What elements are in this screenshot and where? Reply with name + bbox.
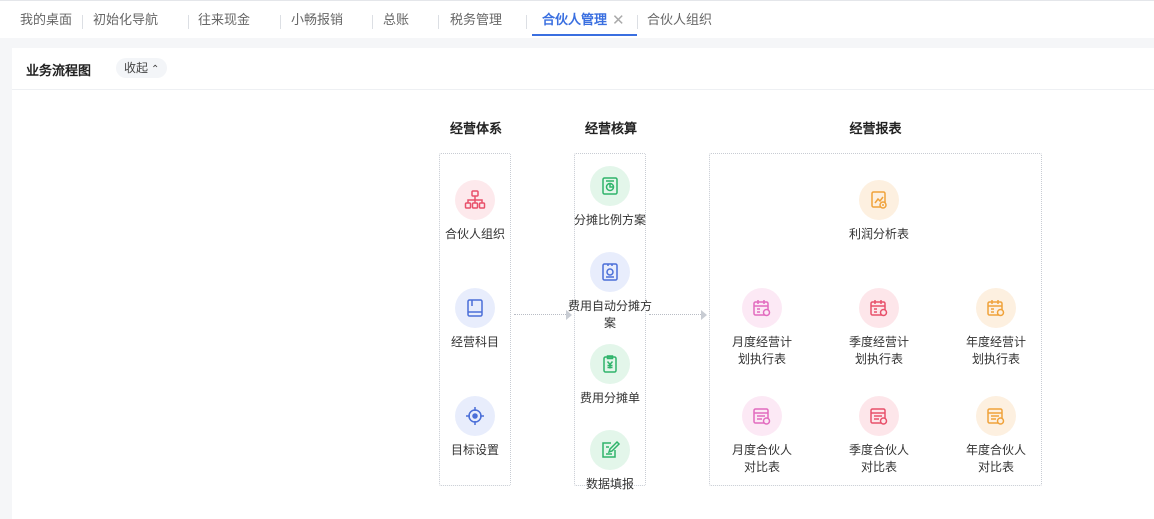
flow-item-label: 年度合伙人对比表: [965, 443, 1026, 474]
yuan-clipboard-icon: [590, 344, 630, 384]
pie-document-icon: [590, 166, 630, 206]
flow-item-expense-allocation[interactable]: 费用分摊单: [565, 344, 655, 407]
tab-separator: [188, 15, 189, 29]
tab-separator: [526, 15, 527, 29]
tab-cash[interactable]: 往来现金: [198, 1, 250, 37]
table-report-icon: [742, 396, 782, 436]
table-report-icon: [976, 396, 1016, 436]
flow-item-label: 费用自动分摊方案: [567, 299, 652, 330]
book-icon: [455, 288, 495, 328]
active-tab-indicator: [532, 34, 637, 36]
flow-item-profit-analysis[interactable]: 利润分析表: [834, 180, 924, 243]
flow-item-label: 月度合伙人对比表: [731, 443, 792, 474]
flow-item-quarterly-partner-compare[interactable]: 季度合伙人对比表: [834, 396, 924, 476]
auto-allocation-icon: [590, 252, 630, 292]
flow-item-data-entry[interactable]: 数据填报: [565, 430, 655, 493]
flow-item-allocation-ratio[interactable]: 分摊比例方案: [565, 166, 655, 229]
tab-tax[interactable]: 税务管理: [450, 1, 502, 37]
flow-item-auto-allocation[interactable]: 费用自动分摊方案: [565, 252, 655, 332]
column-title-business-reports: 经营报表: [849, 122, 902, 137]
flow-item-label: 季度经营计划执行表: [848, 335, 909, 366]
tab-my-desktop[interactable]: 我的桌面: [20, 1, 72, 37]
flow-item-quarterly-plan[interactable]: 季度经营计划执行表: [834, 288, 924, 368]
flow-item-target-setting[interactable]: 目标设置: [430, 396, 520, 459]
tab-separator: [372, 15, 373, 29]
target-icon: [455, 396, 495, 436]
flow-item-label: 利润分析表: [848, 227, 909, 241]
flow-item-business-subjects[interactable]: 经营科目: [430, 288, 520, 351]
chevron-up-icon: ⌃: [151, 64, 160, 75]
flow-item-label: 费用分摊单: [579, 391, 640, 405]
tab-partner-management[interactable]: 合伙人管理: [542, 1, 607, 37]
flow-item-annual-partner-compare[interactable]: 年度合伙人对比表: [951, 396, 1041, 476]
flow-item-label: 月度经营计划执行表: [731, 335, 792, 366]
table-report-icon: [859, 396, 899, 436]
flow-item-annual-plan[interactable]: 年度经营计划执行表: [951, 288, 1041, 368]
flow-item-label: 数据填报: [585, 477, 634, 491]
tab-separator: [280, 15, 281, 29]
card-header: 业务流程图 收起 ⌃: [12, 48, 1154, 90]
flow-item-label: 季度合伙人对比表: [848, 443, 909, 474]
flow-arrow: [649, 310, 707, 320]
flow-item-label: 目标设置: [450, 443, 499, 457]
edit-document-icon: [590, 430, 630, 470]
tab-init-nav[interactable]: 初始化导航: [93, 1, 158, 37]
column-title-business-system: 经营体系: [449, 122, 502, 137]
org-chart-icon: [455, 180, 495, 220]
tab-separator: [637, 15, 638, 29]
page-title: 业务流程图: [26, 64, 92, 79]
flow-item-label: 分摊比例方案: [573, 213, 646, 227]
tab-partner-org[interactable]: 合伙人组织: [647, 1, 712, 37]
flow-item-label: 合伙人组织: [444, 227, 505, 241]
flow-arrow: [514, 310, 572, 320]
flowchart-card: 业务流程图 收起 ⌃ 经营体系 经营核算 经营报表 合伙人组织 经营科目 目标设置: [12, 48, 1154, 519]
collapse-label: 收起: [124, 61, 149, 75]
tab-bar: 我的桌面 初始化导航 往来现金 小畅报销 总账 税务管理 合伙人管理 ✕ 合伙人…: [0, 0, 1154, 38]
collapse-button[interactable]: 收起 ⌃: [116, 58, 168, 78]
tab-separator: [438, 15, 439, 29]
tab-ledger[interactable]: 总账: [383, 1, 409, 37]
tab-reimburse[interactable]: 小畅报销: [291, 1, 343, 37]
chart-report-icon: [859, 180, 899, 220]
flow-item-monthly-plan[interactable]: 月度经营计划执行表: [717, 288, 807, 368]
flow-item-label: 经营科目: [450, 335, 499, 349]
flow-item-monthly-partner-compare[interactable]: 月度合伙人对比表: [717, 396, 807, 476]
tab-separator: [82, 15, 83, 29]
column-title-business-accounting: 经营核算: [584, 122, 637, 137]
close-icon[interactable]: ✕: [612, 10, 625, 30]
flow-item-partner-org[interactable]: 合伙人组织: [430, 180, 520, 243]
calendar-report-icon: [859, 288, 899, 328]
flow-item-label: 年度经营计划执行表: [965, 335, 1026, 366]
calendar-report-icon: [976, 288, 1016, 328]
calendar-report-icon: [742, 288, 782, 328]
